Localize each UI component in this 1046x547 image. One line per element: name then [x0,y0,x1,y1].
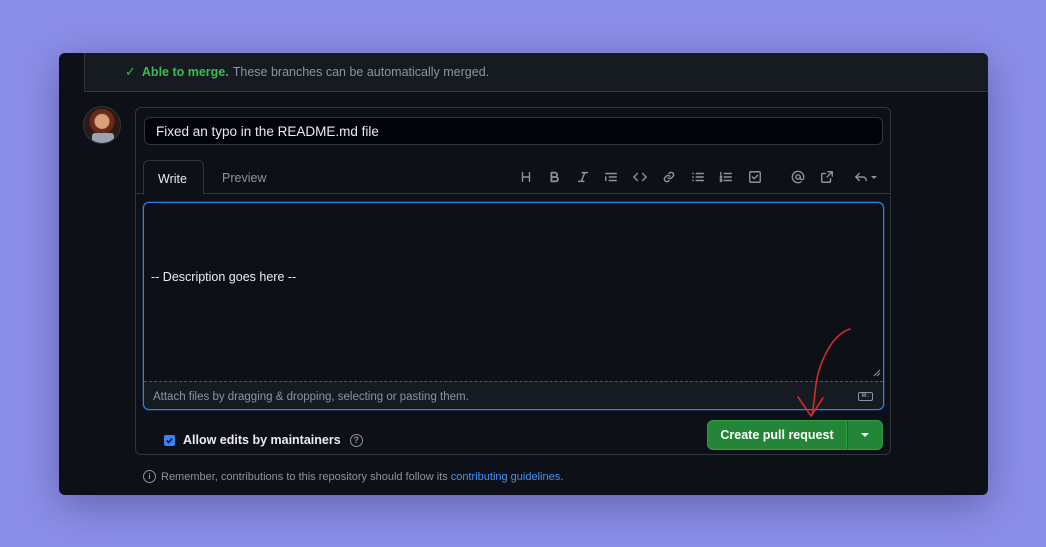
github-window: ✓ Able to merge. These branches can be a… [59,53,988,495]
quote-icon[interactable] [601,167,621,187]
task-list-icon[interactable] [745,167,765,187]
allow-edits-checkbox[interactable] [164,434,175,446]
merge-status-message: These branches can be automatically merg… [232,65,490,79]
checkmark-icon [166,437,173,443]
note-period: . [560,470,564,483]
unordered-list-icon[interactable] [688,167,708,187]
allow-edits-label: Allow edits by maintainers [183,433,341,447]
caret-down-icon [861,433,869,437]
markdown-toolbar [136,167,890,187]
merge-status-bar: ✓ Able to merge. These branches can be a… [84,53,988,92]
contribution-note-text: Remember, contributions to this reposito… [161,470,448,483]
heading-icon[interactable] [516,167,536,187]
cross-reference-icon[interactable] [817,167,837,187]
resize-handle-icon[interactable] [873,369,881,377]
attach-files-bar[interactable]: Attach files by dragging & dropping, sel… [144,381,883,409]
attach-hint: Attach files by dragging & dropping, sel… [153,391,469,403]
markdown-icon[interactable]: M↓ [858,392,873,401]
contribution-note: i Remember, contributions to this reposi… [143,470,563,483]
info-icon: i [143,470,156,483]
description-textarea[interactable]: -- Description goes here -- [144,203,883,381]
bold-icon[interactable] [544,167,564,187]
check-icon: ✓ [125,64,136,79]
create-pull-request-button[interactable]: Create pull request [707,420,847,450]
reply-icon[interactable] [851,167,879,187]
allow-edits-option: Allow edits by maintainers ? [164,433,363,447]
create-pr-button-group: Create pull request [707,420,883,450]
create-options-dropdown[interactable] [847,420,883,450]
ordered-list-icon[interactable] [716,167,736,187]
merge-status-title: Able to merge. [141,65,229,79]
italic-icon[interactable] [573,167,593,187]
chevron-down-icon [870,175,877,179]
description-editor: -- Description goes here -- Attach files… [143,202,884,410]
pr-composer: Write Preview [135,107,891,455]
avatar[interactable] [83,106,121,144]
help-icon[interactable]: ? [349,433,363,447]
link-icon[interactable] [659,167,679,187]
contributing-guidelines-link[interactable]: contributing guidelines [451,471,560,483]
code-icon[interactable] [630,167,650,187]
pr-title-input[interactable] [144,117,883,145]
mention-icon[interactable] [788,167,808,187]
